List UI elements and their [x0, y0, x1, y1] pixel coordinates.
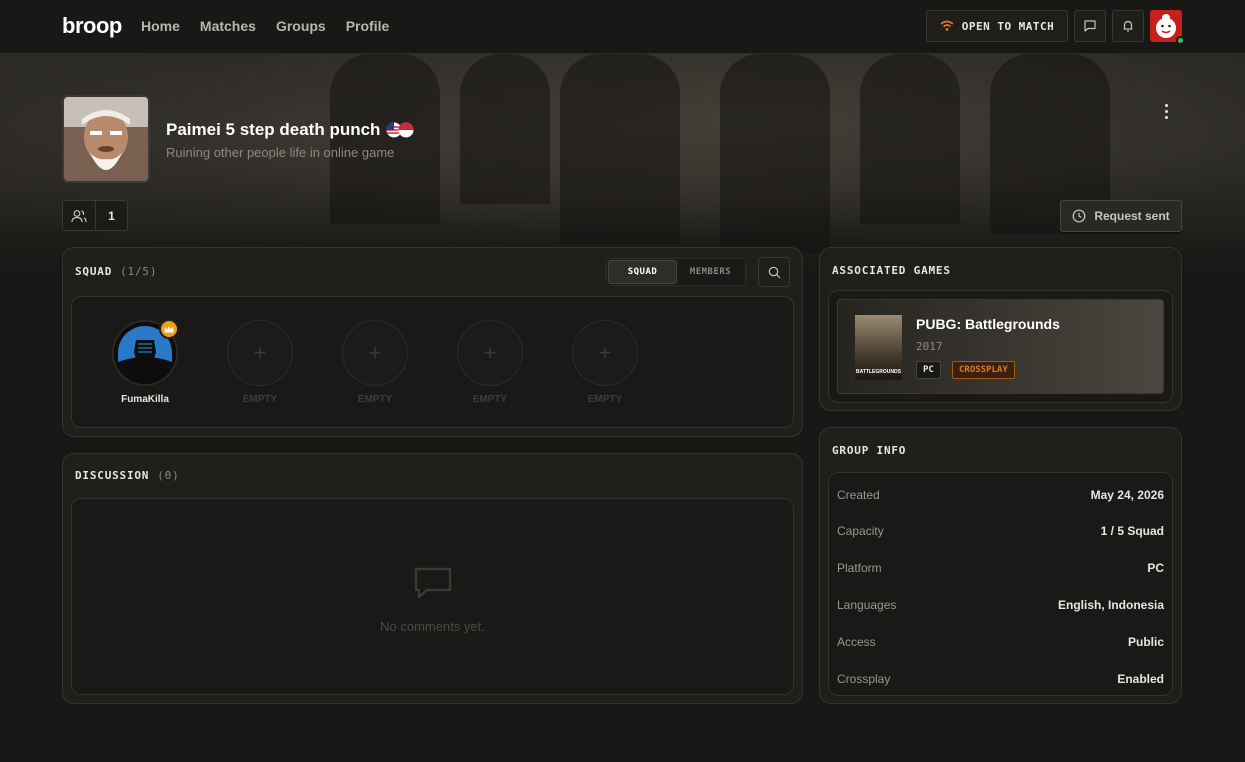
nav-profile[interactable]: Profile	[346, 18, 390, 34]
nav-home[interactable]: Home	[141, 18, 180, 34]
group-banner-background	[0, 54, 1245, 274]
chat-icon	[1084, 20, 1096, 32]
broop-logo[interactable]: broop	[62, 13, 122, 39]
open-to-match-button[interactable]: OPEN TO MATCH	[926, 10, 1068, 42]
game-card[interactable]: BATTLEGROUNDS PUBG: Battlegrounds 2017 P…	[837, 299, 1164, 394]
info-label: Crossplay	[837, 671, 891, 686]
wifi-icon	[940, 20, 954, 31]
crossplay-tag: CROSSPLAY	[952, 361, 1015, 379]
add-member-icon: +	[227, 320, 293, 386]
info-label: Access	[837, 634, 876, 649]
info-value: May 24, 2026	[1090, 487, 1164, 502]
platform-tag: PC	[916, 361, 941, 379]
user-avatar[interactable]	[1150, 10, 1185, 45]
leader-crown-icon	[159, 319, 179, 339]
squad-slots-container	[71, 296, 794, 428]
open-to-match-label: OPEN TO MATCH	[961, 19, 1055, 33]
notifications-button[interactable]	[1112, 10, 1144, 42]
game-year: 2017	[916, 340, 943, 353]
member-count-badge[interactable]: 1	[62, 200, 128, 231]
info-row-languages: Languages English, Indonesia	[829, 586, 1172, 623]
add-member-icon: +	[572, 320, 638, 386]
no-comments-text: No comments yet.	[380, 619, 485, 634]
messages-button[interactable]	[1074, 10, 1106, 42]
member-name[interactable]: FumaKilla	[111, 394, 179, 405]
add-member-icon: +	[457, 320, 523, 386]
clock-icon	[1072, 209, 1086, 223]
empty-slot-label: EMPTY	[242, 394, 278, 405]
top-nav: broop Home Matches Groups Profile OPEN T…	[0, 0, 1245, 54]
search-icon	[768, 266, 780, 278]
info-label: Platform	[837, 560, 882, 575]
info-label: Capacity	[837, 523, 884, 538]
group-info-title: GROUP INFO	[832, 444, 907, 457]
nav-groups[interactable]: Groups	[276, 18, 326, 34]
member-count-value: 1	[108, 208, 115, 223]
nav-links: Home Matches Groups Profile	[141, 18, 389, 34]
info-row-created: Created May 24, 2026	[829, 476, 1172, 513]
game-name: PUBG: Battlegrounds	[916, 316, 1060, 332]
squad-title: SQUAD (1/5)	[75, 265, 158, 278]
add-member-icon: +	[342, 320, 408, 386]
request-sent-label: Request sent	[1094, 209, 1170, 223]
squad-slot-empty[interactable]: + EMPTY	[341, 320, 409, 405]
online-status-dot	[1176, 36, 1185, 45]
discussion-empty-state: No comments yet.	[72, 566, 793, 634]
group-name: Paimei 5 step death punch	[166, 120, 381, 139]
info-row-platform: Platform PC	[829, 549, 1172, 586]
tab-members[interactable]: MEMBERS	[677, 260, 744, 284]
request-sent-button[interactable]: Request sent	[1060, 200, 1182, 232]
info-row-crossplay: Crossplay Enabled	[829, 660, 1172, 697]
group-title: Paimei 5 step death punch	[166, 120, 414, 140]
squad-slot-empty[interactable]: + EMPTY	[456, 320, 524, 405]
discussion-title: DISCUSSION (0)	[75, 469, 180, 482]
squad-slot-empty[interactable]: + EMPTY	[226, 320, 294, 405]
info-label: Created	[837, 487, 880, 502]
squad-count: (1/5)	[120, 265, 158, 278]
nav-matches[interactable]: Matches	[200, 18, 256, 34]
info-value: PC	[1147, 560, 1164, 575]
indonesia-flag-icon	[398, 122, 414, 138]
users-icon	[71, 209, 87, 222]
empty-slot-label: EMPTY	[587, 394, 623, 405]
search-members-button[interactable]	[758, 257, 790, 287]
more-options-icon[interactable]	[1158, 100, 1174, 122]
info-label: Languages	[837, 597, 897, 612]
empty-slot-label: EMPTY	[357, 394, 393, 405]
comment-icon	[414, 567, 451, 599]
empty-slot-label: EMPTY	[472, 394, 508, 405]
discussion-count: (0)	[157, 469, 180, 482]
associated-games-title: ASSOCIATED GAMES	[832, 264, 951, 277]
bell-icon	[1123, 20, 1133, 32]
squad-slot-member[interactable]: FumaKilla	[111, 319, 179, 405]
tab-squad[interactable]: SQUAD	[608, 260, 677, 284]
squad-slot-empty[interactable]: + EMPTY	[571, 320, 639, 405]
game-cover-image: BATTLEGROUNDS	[855, 315, 902, 380]
group-avatar	[62, 95, 150, 183]
info-value: Enabled	[1117, 671, 1164, 686]
info-row-capacity: Capacity 1 / 5 Squad	[829, 512, 1172, 549]
group-tagline: Ruining other people life in online game	[166, 145, 395, 160]
info-value: English, Indonesia	[1057, 597, 1164, 612]
info-row-access: Access Public	[829, 623, 1172, 660]
info-value: Public	[1127, 634, 1164, 649]
game-cover-text: BATTLEGROUNDS	[856, 369, 901, 375]
squad-view-toggle: SQUAD MEMBERS	[606, 258, 746, 286]
info-value: 1 / 5 Squad	[1100, 523, 1164, 538]
